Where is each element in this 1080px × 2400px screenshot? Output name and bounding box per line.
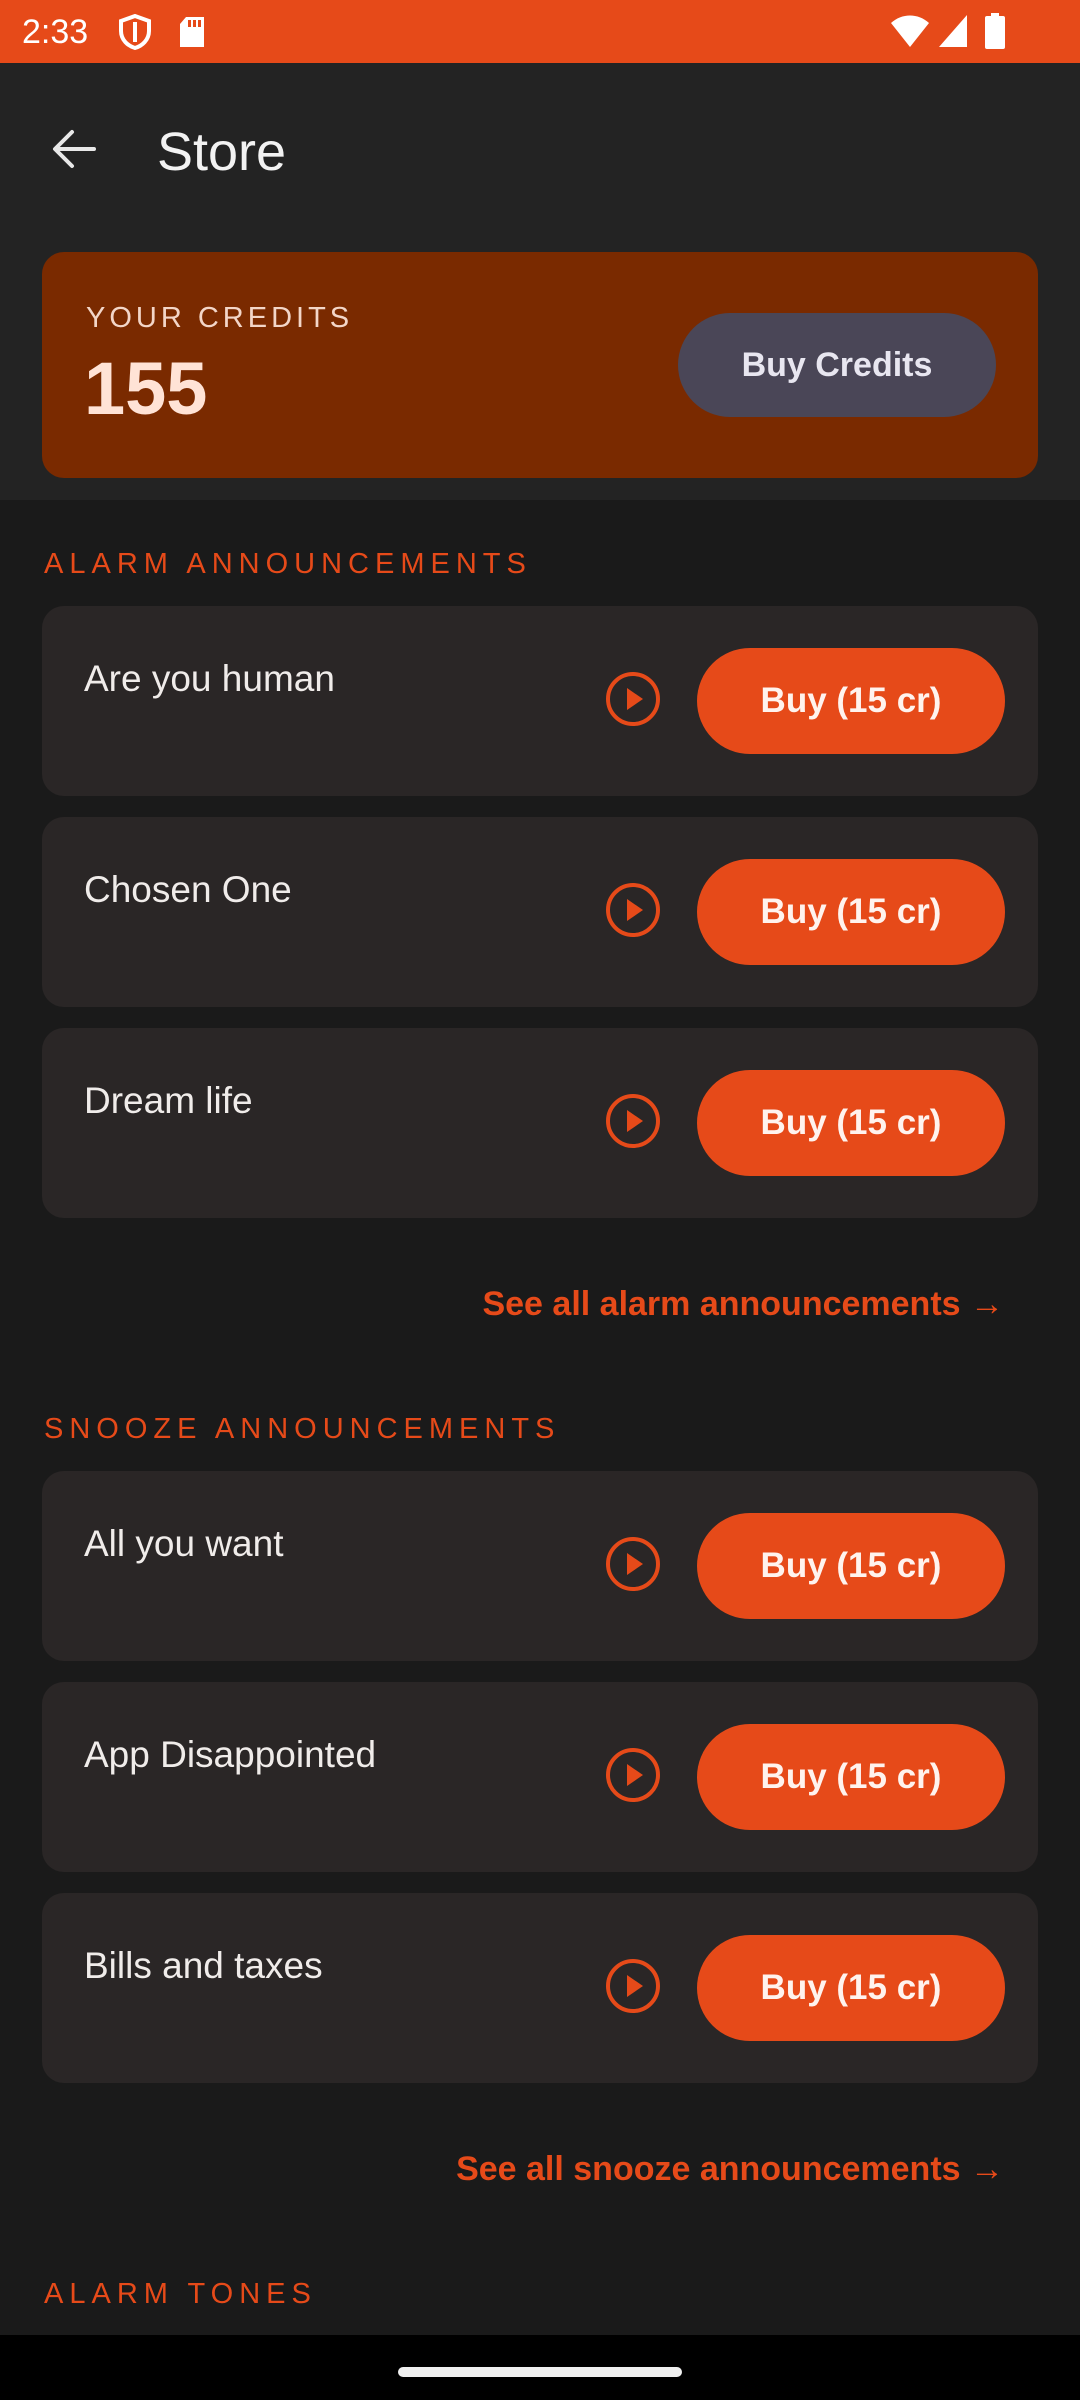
item-title: Bills and taxes — [84, 1945, 323, 1986]
battery-icon — [984, 12, 1006, 55]
item-title: Are you human — [84, 658, 335, 699]
play-button[interactable] — [602, 1535, 664, 1597]
buy-button[interactable]: Buy (15 cr) — [697, 859, 1005, 965]
list-item: All you want Buy (15 cr) — [42, 1471, 1038, 1661]
play-icon — [604, 670, 662, 733]
signal-icon — [938, 14, 968, 53]
buy-credits-button[interactable]: Buy Credits — [678, 313, 996, 417]
arrow-left-icon — [50, 129, 96, 174]
list-item: Bills and taxes Buy (15 cr) — [42, 1893, 1038, 2083]
app-bar: Store — [0, 63, 1080, 235]
item-title: Chosen One — [84, 869, 292, 910]
status-time: 2:33 — [22, 13, 89, 51]
credits-card: YOUR CREDITS 155 Buy Credits — [42, 252, 1038, 478]
navigation-bar — [0, 2335, 1080, 2400]
play-button[interactable] — [602, 881, 664, 943]
item-title: App Disappointed — [84, 1734, 377, 1775]
credits-label: YOUR CREDITS — [86, 302, 354, 334]
page-title: Store — [157, 122, 287, 182]
list-item: Chosen One Buy (15 cr) — [42, 817, 1038, 1007]
see-all-alarm-announcements-link[interactable]: See all alarm announcements → — [482, 1282, 1004, 1326]
section-header-snooze-announcements: SNOOZE ANNOUNCEMENTS — [44, 1413, 561, 1445]
play-icon — [604, 881, 662, 944]
play-icon — [604, 1957, 662, 2020]
list-item: Are you human Buy (15 cr) — [42, 606, 1038, 796]
buy-button[interactable]: Buy (15 cr) — [697, 1513, 1005, 1619]
play-button[interactable] — [602, 1092, 664, 1154]
buy-button[interactable]: Buy (15 cr) — [697, 1935, 1005, 2041]
play-button[interactable] — [602, 670, 664, 732]
list-item: Dream life Buy (15 cr) — [42, 1028, 1038, 1218]
shield-icon — [118, 13, 152, 55]
item-title: All you want — [84, 1523, 284, 1564]
play-icon — [604, 1746, 662, 1809]
buy-button[interactable]: Buy (15 cr) — [697, 648, 1005, 754]
section-header-alarm-announcements: ALARM ANNOUNCEMENTS — [44, 548, 532, 580]
store-content[interactable]: ALARM ANNOUNCEMENTS Are you human Buy (1… — [0, 500, 1080, 2335]
status-bar: 2:33 — [0, 0, 1080, 63]
sd-card-icon — [178, 15, 206, 54]
buy-button[interactable]: Buy (15 cr) — [697, 1724, 1005, 1830]
see-all-snooze-announcements-link[interactable]: See all snooze announcements → — [456, 2147, 1004, 2191]
credits-value: 155 — [84, 347, 208, 430]
play-button[interactable] — [602, 1957, 664, 2019]
credits-band: YOUR CREDITS 155 Buy Credits — [0, 235, 1080, 500]
play-button[interactable] — [602, 1746, 664, 1808]
home-gesture-handle[interactable] — [398, 2367, 682, 2377]
buy-button[interactable]: Buy (15 cr) — [697, 1070, 1005, 1176]
play-icon — [604, 1535, 662, 1598]
item-title: Dream life — [84, 1080, 253, 1121]
section-header-alarm-tones: ALARM TONES — [44, 2278, 317, 2310]
back-button[interactable] — [40, 118, 106, 184]
wifi-icon — [890, 14, 930, 53]
play-icon — [604, 1092, 662, 1155]
list-item: App Disappointed Buy (15 cr) — [42, 1682, 1038, 1872]
